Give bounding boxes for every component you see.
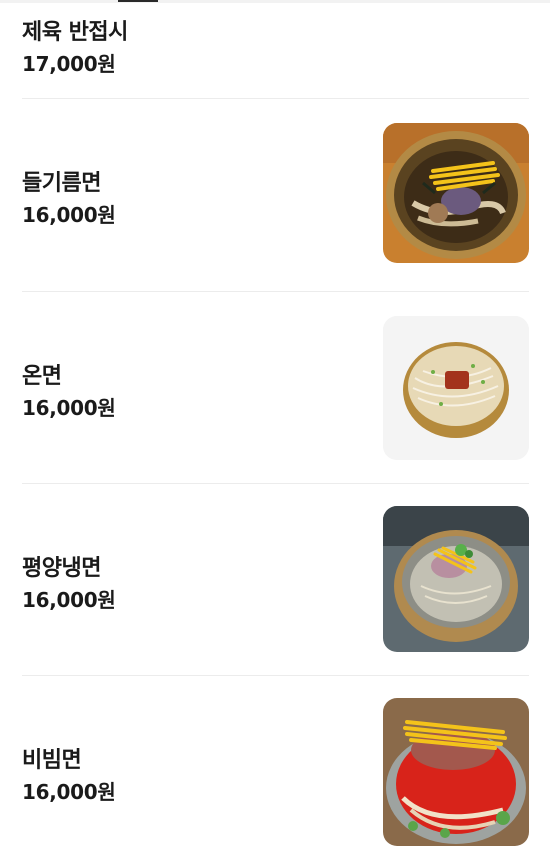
spicy-mixed-noodles-photo [383,698,529,846]
perilla-oil-noodles-photo [383,123,529,263]
menu-item-price: 16,000원 [22,396,116,420]
warm-noodle-soup-photo [383,316,529,460]
menu-item-price: 17,000원 [22,52,116,76]
menu-item-jeyuk-half[interactable]: 제육 반접시 17,000원 [22,0,529,98]
menu-item-price: 16,000원 [22,780,116,804]
menu-item-name: 제육 반접시 [22,20,128,45]
menu-item-name: 평양냉면 [22,556,101,581]
pyongyang-cold-noodles-photo [383,506,529,652]
menu-item-name: 들기름면 [22,171,101,196]
menu-item-onmyeon[interactable]: 온면 16,000원 [22,292,529,483]
menu-item-name: 온면 [22,364,62,389]
menu-item-pyongyang-naengmyeon[interactable]: 평양냉면 16,000원 [22,484,529,675]
menu-item-name: 비빔면 [22,748,82,773]
menu-item-perilla-noodles[interactable]: 들기름면 16,000원 [22,99,529,291]
menu-item-price: 16,000원 [22,203,116,227]
menu-item-price: 16,000원 [22,588,116,612]
menu-item-bibimmyeon[interactable]: 비빔면 16,000원 [22,676,529,865]
